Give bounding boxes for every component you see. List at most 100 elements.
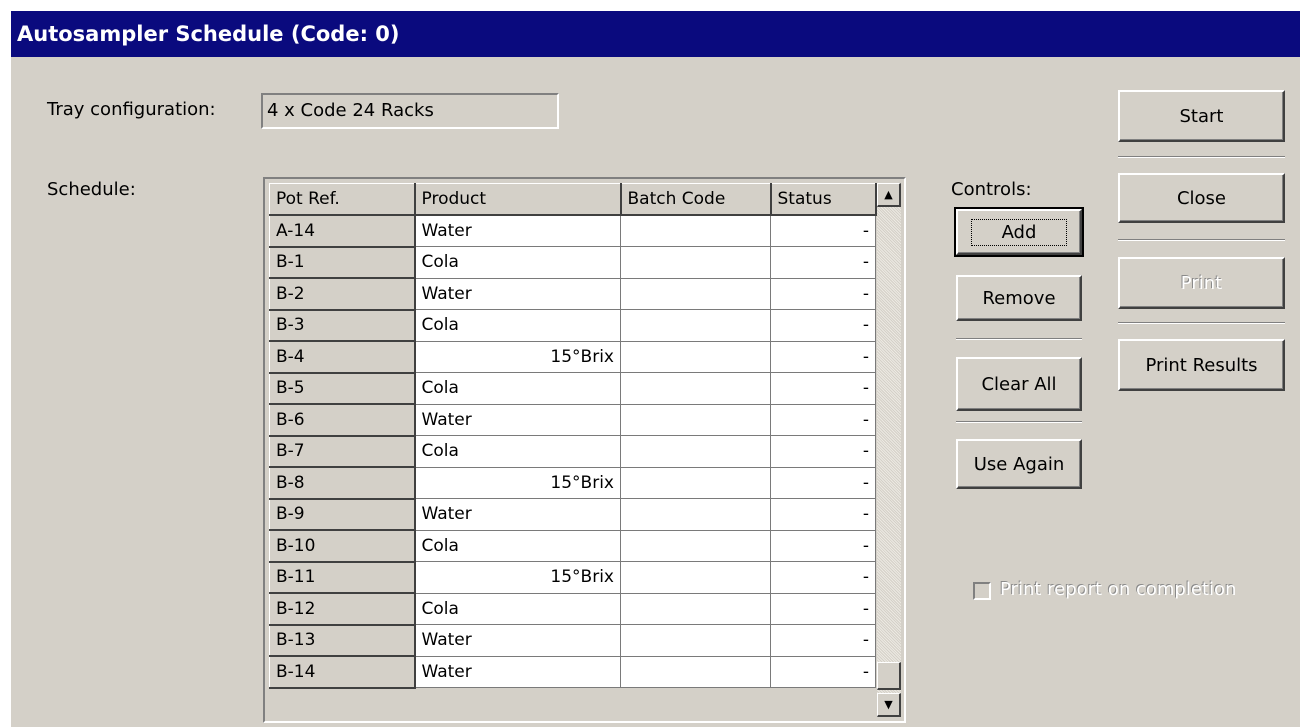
print-report-checkbox[interactable] xyxy=(973,582,991,600)
cell-pot-ref[interactable]: B-2 xyxy=(269,277,416,311)
cell-status[interactable]: - xyxy=(770,214,876,247)
window-title: Autosampler Schedule (Code: 0) xyxy=(11,11,1300,57)
cell-status[interactable]: - xyxy=(770,624,876,657)
cell-status[interactable]: - xyxy=(770,498,876,531)
cell-batch-code[interactable] xyxy=(620,561,771,594)
up-arrow-icon: ▲ xyxy=(884,188,893,201)
start-button[interactable]: Start xyxy=(1118,90,1285,142)
cell-pot-ref[interactable]: B-6 xyxy=(269,403,416,437)
clear-all-button[interactable]: Clear All xyxy=(956,357,1082,411)
table-row[interactable]: B-6 Water - xyxy=(269,403,876,437)
table-row[interactable]: A-14 Water - xyxy=(269,214,876,248)
scroll-up-button[interactable]: ▲ xyxy=(877,183,901,207)
cell-batch-code[interactable] xyxy=(620,529,771,562)
cell-batch-code[interactable] xyxy=(620,309,771,342)
schedule-table[interactable]: Pot Ref. Product Batch Code Status A-14 W… xyxy=(269,183,877,689)
cell-product[interactable]: Cola xyxy=(414,309,621,342)
cell-pot-ref[interactable]: B-14 xyxy=(269,655,416,689)
cell-batch-code[interactable] xyxy=(620,592,771,625)
cell-pot-ref[interactable]: B-9 xyxy=(269,498,416,531)
table-row[interactable]: B-13 Water - xyxy=(269,624,876,657)
cell-product[interactable]: Cola xyxy=(414,435,621,468)
cell-pot-ref[interactable]: B-11 xyxy=(269,561,416,594)
close-button[interactable]: Close xyxy=(1118,173,1285,223)
table-row[interactable]: B-7 Cola - xyxy=(269,435,876,468)
cell-batch-code[interactable] xyxy=(620,372,771,405)
use-again-button[interactable]: Use Again xyxy=(956,439,1082,489)
cell-product[interactable]: Cola xyxy=(414,372,621,405)
cell-batch-code[interactable] xyxy=(620,340,771,373)
remove-button[interactable]: Remove xyxy=(956,275,1082,321)
cell-product[interactable]: Water xyxy=(414,624,621,657)
cell-product[interactable]: Water xyxy=(414,214,621,247)
table-row[interactable]: B-5 Cola - xyxy=(269,372,876,405)
table-row[interactable]: B-10 Cola - xyxy=(269,529,876,563)
cell-pot-ref[interactable]: A-14 xyxy=(269,214,416,248)
cell-batch-code[interactable] xyxy=(620,403,771,436)
table-row[interactable]: B-2 Water - xyxy=(269,277,876,311)
cell-status[interactable]: - xyxy=(770,309,876,342)
cell-batch-code[interactable] xyxy=(620,624,771,657)
cell-status[interactable]: - xyxy=(770,561,876,594)
cell-product[interactable]: 15°Brix xyxy=(414,466,621,499)
cell-status[interactable]: - xyxy=(770,246,876,279)
cell-product[interactable]: Water xyxy=(414,655,621,688)
print-button[interactable]: Print xyxy=(1118,257,1285,309)
cell-batch-code[interactable] xyxy=(620,435,771,468)
scroll-thumb[interactable] xyxy=(877,662,901,690)
cell-product[interactable]: 15°Brix xyxy=(414,561,621,594)
cell-status[interactable]: - xyxy=(770,403,876,436)
column-header-pot-ref[interactable]: Pot Ref. xyxy=(269,183,416,216)
actions-separator xyxy=(1118,322,1285,324)
cell-status[interactable]: - xyxy=(770,435,876,468)
table-row[interactable]: B-1 Cola - xyxy=(269,246,876,279)
cell-pot-ref[interactable]: B-10 xyxy=(269,529,416,563)
cell-batch-code[interactable] xyxy=(620,246,771,279)
table-row[interactable]: B-12 Cola - xyxy=(269,592,876,626)
cell-batch-code[interactable] xyxy=(620,498,771,531)
cell-pot-ref[interactable]: B-3 xyxy=(269,309,416,342)
cell-product[interactable]: 15°Brix xyxy=(414,340,621,373)
cell-pot-ref[interactable]: B-13 xyxy=(269,624,416,657)
cell-batch-code[interactable] xyxy=(620,277,771,310)
cell-pot-ref[interactable]: B-12 xyxy=(269,592,416,626)
cell-pot-ref[interactable]: B-5 xyxy=(269,372,416,405)
down-arrow-icon: ▼ xyxy=(884,698,893,711)
cell-status[interactable]: - xyxy=(770,372,876,405)
table-row[interactable]: B-14 Water - xyxy=(269,655,876,689)
column-header-product[interactable]: Product xyxy=(414,183,622,216)
cell-product[interactable]: Water xyxy=(414,403,621,436)
print-results-button[interactable]: Print Results xyxy=(1118,339,1285,391)
schedule-grid[interactable]: Pot Ref. Product Batch Code Status A-14 W… xyxy=(263,177,906,723)
controls-separator xyxy=(956,338,1082,340)
cell-batch-code[interactable] xyxy=(620,466,771,499)
cell-pot-ref[interactable]: B-4 xyxy=(269,340,416,374)
cell-product[interactable]: Cola xyxy=(414,529,621,562)
cell-batch-code[interactable] xyxy=(620,214,771,247)
cell-product[interactable]: Water xyxy=(414,498,621,531)
cell-status[interactable]: - xyxy=(770,466,876,499)
cell-pot-ref[interactable]: B-7 xyxy=(269,435,416,468)
cell-status[interactable]: - xyxy=(770,655,876,688)
cell-status[interactable]: - xyxy=(770,592,876,625)
table-row[interactable]: B-9 Water - xyxy=(269,498,876,531)
table-row[interactable]: B-3 Cola - xyxy=(269,309,876,342)
cell-status[interactable]: - xyxy=(770,529,876,562)
table-row[interactable]: B-8 15°Brix - xyxy=(269,466,876,500)
cell-batch-code[interactable] xyxy=(620,655,771,688)
cell-product[interactable]: Water xyxy=(414,277,621,310)
cell-product[interactable]: Cola xyxy=(414,592,621,625)
column-header-status[interactable]: Status xyxy=(770,183,877,216)
cell-status[interactable]: - xyxy=(770,277,876,310)
cell-pot-ref[interactable]: B-8 xyxy=(269,466,416,500)
table-row[interactable]: B-4 15°Brix - xyxy=(269,340,876,374)
autosampler-schedule-window: Autosampler Schedule (Code: 0) Tray conf… xyxy=(10,10,1300,727)
scroll-down-button[interactable]: ▼ xyxy=(877,693,901,717)
cell-pot-ref[interactable]: B-1 xyxy=(269,246,416,279)
cell-product[interactable]: Cola xyxy=(414,246,621,279)
cell-status[interactable]: - xyxy=(770,340,876,373)
column-header-batch-code[interactable]: Batch Code xyxy=(620,183,772,216)
vertical-scrollbar[interactable]: ▲ ▼ xyxy=(877,183,901,717)
table-row[interactable]: B-11 15°Brix - xyxy=(269,561,876,594)
add-button[interactable]: Add xyxy=(954,207,1084,257)
